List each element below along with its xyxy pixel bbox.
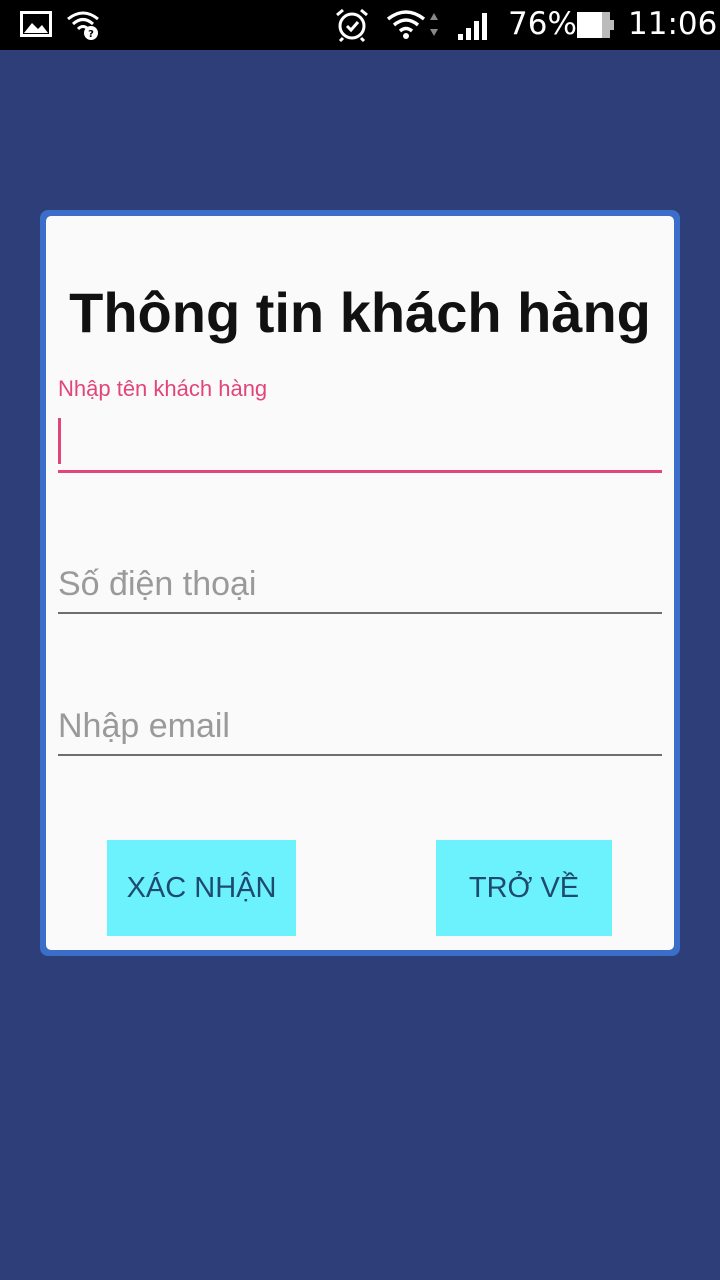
signal-icon xyxy=(458,13,487,40)
svg-text:?: ? xyxy=(88,29,94,40)
email-input[interactable]: Nhập email xyxy=(58,696,662,756)
wifi-unknown-icon: ? xyxy=(67,11,99,40)
email-placeholder: Nhập email xyxy=(58,707,230,745)
back-button[interactable]: TRỞ VỀ xyxy=(436,840,612,936)
customer-name-label: Nhập tên khách hàng xyxy=(58,376,268,401)
phone-placeholder: Số điện thoại xyxy=(58,565,257,603)
phone-input[interactable]: Số điện thoại xyxy=(58,554,662,614)
page-title: Thông tin khách hàng xyxy=(69,281,651,344)
status-bar: ? 76% 11:06 xyxy=(0,0,720,50)
customer-info-card: Thông tin khách hàng Nhập tên khách hàng… xyxy=(40,210,680,956)
clock: 11:06 xyxy=(628,6,718,42)
card-body: Thông tin khách hàng Nhập tên khách hàng… xyxy=(46,216,674,950)
confirm-button[interactable]: XÁC NHẬN xyxy=(107,840,296,936)
customer-name-input[interactable] xyxy=(58,412,662,473)
battery-percent: 76% xyxy=(508,6,577,42)
alarm-icon xyxy=(336,8,368,43)
text-caret xyxy=(58,418,61,464)
battery-icon xyxy=(577,12,614,38)
wifi-icon xyxy=(386,10,438,39)
gallery-icon xyxy=(20,11,52,37)
